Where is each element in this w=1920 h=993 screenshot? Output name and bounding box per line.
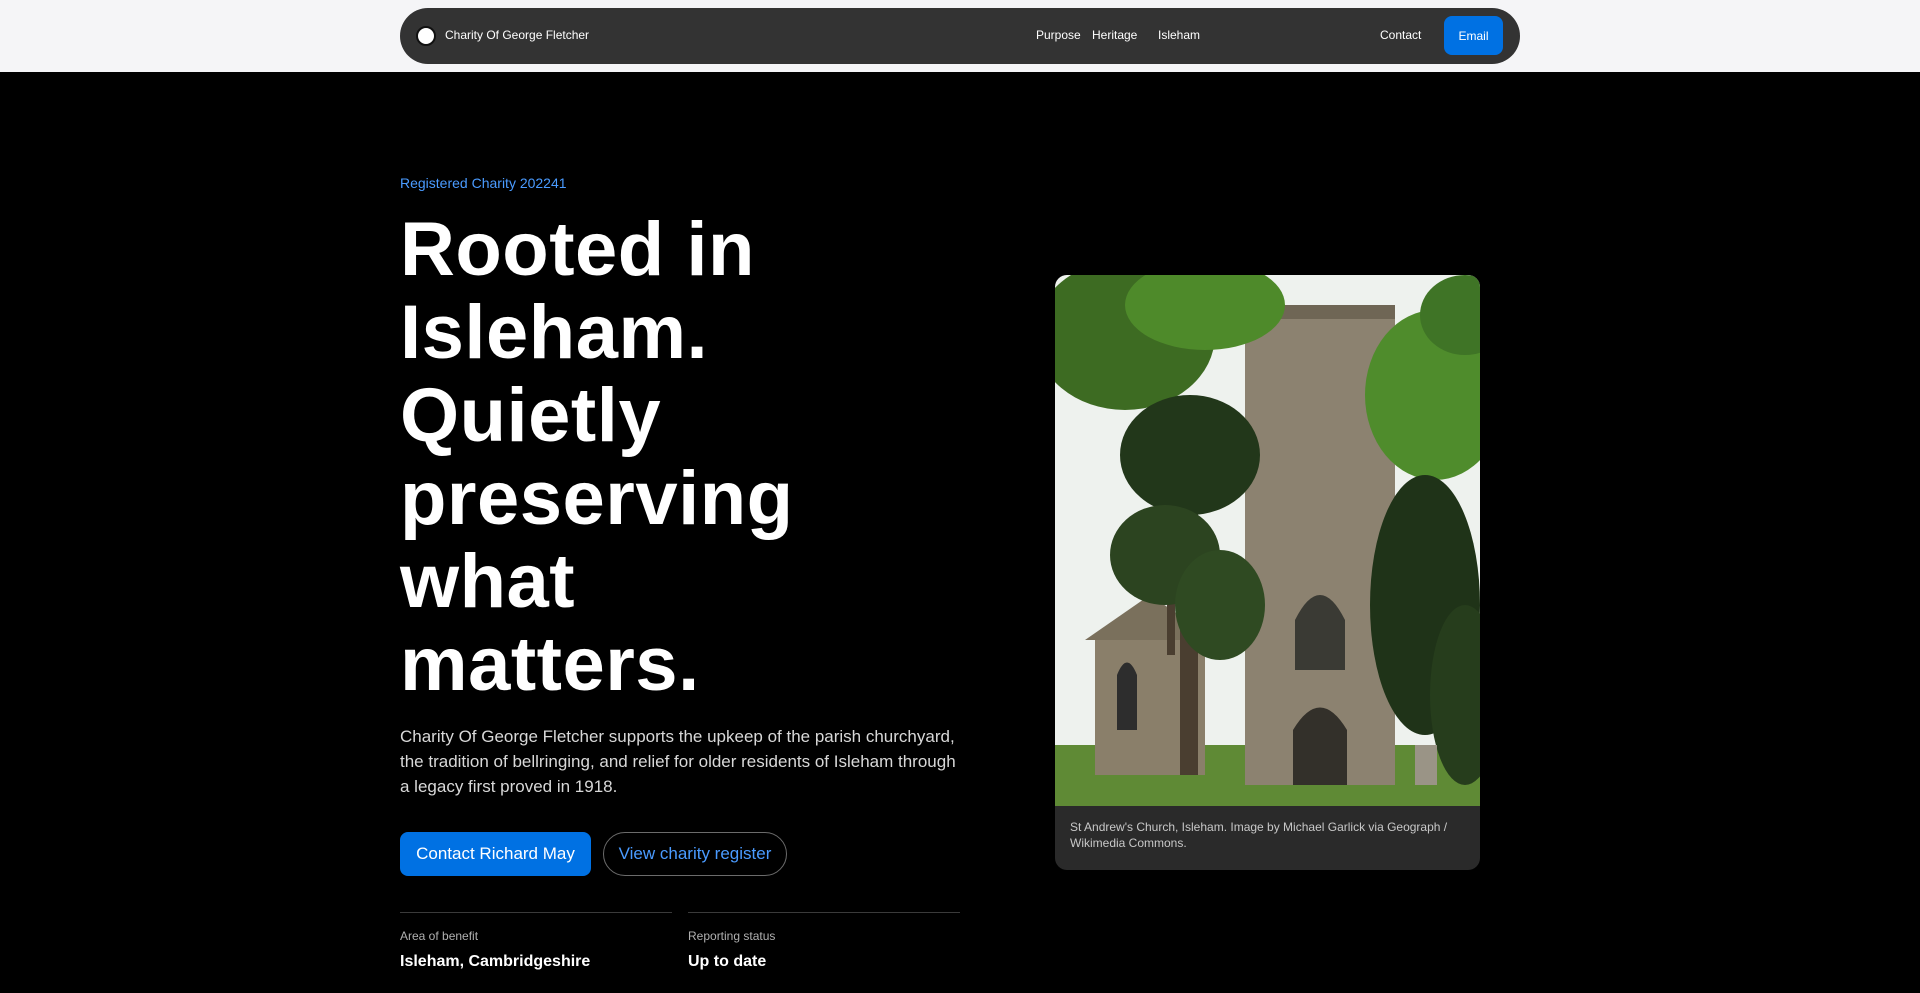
stat-label: Reporting status xyxy=(688,929,776,943)
hero-title: Rooted in Isleham. Quietly preserving wh… xyxy=(400,208,960,706)
hero-description: Charity Of George Fletcher supports the … xyxy=(400,727,956,796)
navigation-bar: Charity Of George Fletcher Purpose Herit… xyxy=(400,8,1520,64)
stat-value: Up to date xyxy=(688,953,767,970)
registered-charity-label: Registered Charity 202241 xyxy=(400,175,567,191)
church-figure: St Andrew's Church, Isleham. Image by Mi… xyxy=(1055,275,1480,870)
hero-title-line: Isleham. xyxy=(400,290,709,375)
hero-title-line: preserving xyxy=(400,456,794,541)
hero-title-line: Rooted in xyxy=(400,207,755,292)
photo-caption: St Andrew's Church, Isleham. Image by Mi… xyxy=(1070,820,1448,850)
stat-reporting-status: Reporting status Up to date xyxy=(688,912,960,971)
charity-register-button[interactable]: View charity register xyxy=(603,832,787,876)
top-bar: Charity Of George Fletcher Purpose Herit… xyxy=(0,0,1920,72)
logo-icon[interactable] xyxy=(416,26,436,46)
hero-title-line: Quietly xyxy=(400,373,662,458)
stat-area-of-benefit: Area of benefit Isleham, Cambridgeshire xyxy=(400,912,672,971)
hero-title-line: matters. xyxy=(400,622,700,707)
nav-link-purpose[interactable]: Purpose xyxy=(1036,28,1081,42)
nav-link-heritage[interactable]: Heritage xyxy=(1092,28,1137,42)
email-button[interactable]: Email xyxy=(1444,16,1503,55)
stat-value: Isleham, Cambridgeshire xyxy=(400,953,591,970)
stat-label: Area of benefit xyxy=(400,929,479,943)
nav-link-isleham[interactable]: Isleham xyxy=(1158,28,1200,42)
brand-name[interactable]: Charity Of George Fletcher xyxy=(445,28,589,42)
hero-title-line: what xyxy=(400,539,576,624)
nav-link-contact[interactable]: Contact xyxy=(1380,28,1421,42)
church-photo xyxy=(1055,275,1480,806)
contact-button[interactable]: Contact Richard May xyxy=(400,832,591,876)
